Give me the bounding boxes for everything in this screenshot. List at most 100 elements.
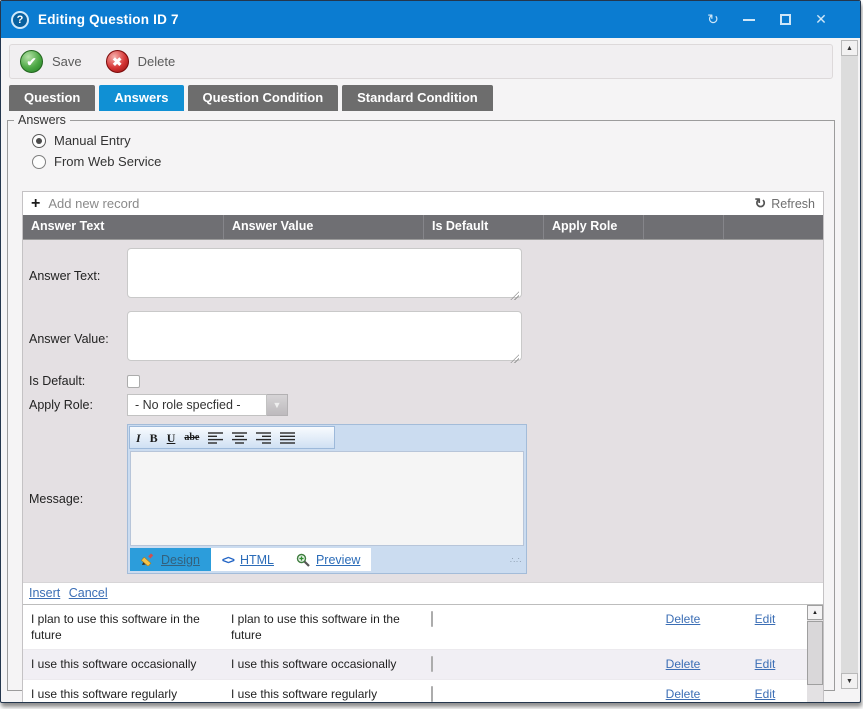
maximize-icon[interactable] (774, 10, 796, 30)
cell-is-default (423, 605, 543, 649)
column-answer-value[interactable]: Answer Value (223, 215, 423, 239)
grid-vertical-scrollbar[interactable]: ▲ ▼ (807, 605, 823, 703)
message-row: Message: I B U abe (29, 424, 823, 574)
align-left-icon[interactable] (208, 432, 223, 444)
is-default-checkbox[interactable] (431, 686, 433, 702)
cell-delete: Delete (643, 680, 723, 703)
window-title: Editing Question ID 7 (38, 12, 179, 27)
cell-delete: Delete (643, 650, 723, 678)
resize-grip-icon[interactable] (510, 291, 519, 300)
apply-role-dropdown[interactable]: - No role specfied - ▼ (127, 394, 288, 416)
cell-answer-text: I use this software occasionally (23, 650, 223, 678)
apply-role-row: Apply Role: - No role specfied - ▼ (29, 394, 823, 416)
column-is-default[interactable]: Is Default (423, 215, 543, 239)
cell-edit: Edit (723, 605, 807, 649)
underline-button[interactable]: U (167, 432, 176, 444)
manual-entry-label: Manual Entry (54, 133, 131, 148)
minimize-icon[interactable] (738, 10, 760, 30)
is-default-checkbox[interactable] (127, 375, 140, 388)
preview-label: Preview (316, 553, 360, 567)
cell-apply-role (543, 650, 643, 678)
window-vertical-scrollbar[interactable]: ▲ ▼ (841, 40, 858, 689)
edit-link[interactable]: Edit (755, 657, 776, 671)
cell-delete: Delete (643, 605, 723, 649)
maximize-glyph (780, 14, 791, 25)
grid-command-bar: + Add new record ↻ Refresh (23, 192, 823, 215)
radio-manual-entry[interactable]: Manual Entry (32, 133, 834, 148)
save-check-icon: ✔ (20, 50, 43, 73)
cell-edit: Edit (723, 680, 807, 703)
grid-rows: I plan to use this software in the futur… (23, 604, 823, 703)
design-label: Design (161, 553, 200, 567)
scroll-down-button[interactable]: ▼ (841, 673, 858, 689)
resize-grip-icon[interactable] (510, 354, 519, 363)
column-apply-role[interactable]: Apply Role (543, 215, 643, 239)
is-default-checkbox[interactable] (431, 611, 433, 627)
column-answer-text[interactable]: Answer Text (23, 215, 223, 239)
design-mode-tab[interactable]: Design (130, 548, 211, 571)
save-button[interactable]: ✔ Save (20, 50, 82, 73)
strikethrough-button[interactable]: abe (184, 433, 199, 443)
answer-value-input[interactable] (127, 311, 522, 361)
editor-content-area[interactable] (130, 451, 524, 546)
italic-button[interactable]: I (136, 432, 141, 444)
cell-answer-value: I use this software occasionally (223, 650, 423, 678)
refresh-icon: ↻ (754, 195, 766, 212)
table-row[interactable]: I plan to use this software in the futur… (23, 605, 807, 649)
cell-apply-role (543, 605, 643, 649)
is-default-label: Is Default: (29, 374, 127, 388)
message-label: Message: (29, 492, 127, 506)
answers-legend: Answers (14, 113, 70, 127)
html-mode-tab[interactable]: <> HTML (211, 548, 285, 571)
dropdown-arrow-icon[interactable]: ▼ (267, 394, 288, 416)
align-center-icon[interactable] (232, 432, 247, 444)
radio-selected-icon[interactable] (32, 134, 46, 148)
tab-standard-condition[interactable]: Standard Condition (342, 85, 493, 111)
preview-mode-tab[interactable]: Preview (285, 548, 371, 571)
radio-from-web-service[interactable]: From Web Service (32, 154, 834, 169)
add-new-record-button[interactable]: Add new record (48, 196, 139, 211)
grid-scroll-up-button[interactable]: ▲ (807, 605, 823, 620)
cell-edit: Edit (723, 650, 807, 678)
is-default-row: Is Default: (29, 374, 823, 388)
bold-button[interactable]: B (150, 432, 158, 444)
is-default-checkbox[interactable] (431, 656, 433, 672)
refresh-grid-button[interactable]: ↻ Refresh (754, 195, 815, 212)
cancel-link[interactable]: Cancel (69, 586, 108, 600)
message-rich-editor: I B U abe (127, 424, 527, 574)
edit-link[interactable]: Edit (755, 612, 776, 626)
from-web-service-label: From Web Service (54, 154, 161, 169)
edit-link[interactable]: Edit (755, 687, 776, 701)
cell-answer-value: I plan to use this software in the futur… (223, 605, 423, 649)
help-icon[interactable]: ? (11, 11, 29, 29)
grid-scroll-thumb[interactable] (807, 621, 823, 685)
tab-question-condition[interactable]: Question Condition (188, 85, 339, 111)
delete-button[interactable]: ✖ Delete (106, 50, 176, 73)
answer-value-row: Answer Value: (29, 311, 823, 366)
editor-toolbar: I B U abe (129, 426, 335, 449)
tab-answers[interactable]: Answers (99, 85, 183, 111)
minimize-glyph (743, 19, 755, 21)
delete-link[interactable]: Delete (666, 687, 701, 701)
scroll-up-button[interactable]: ▲ (841, 40, 858, 56)
align-right-icon[interactable] (256, 432, 271, 444)
table-row[interactable]: I use this software regularly I use this… (23, 679, 807, 703)
refresh-label: Refresh (771, 197, 815, 211)
answer-text-input[interactable] (127, 248, 522, 298)
table-row[interactable]: I use this software occasionally I use t… (23, 649, 807, 678)
editor-mode-tabs: Design <> HTML (128, 547, 526, 573)
tab-question[interactable]: Question (9, 85, 95, 111)
answer-value-label: Answer Value: (29, 332, 127, 346)
title-bar: ? Editing Question ID 7 ↻ ✕ (1, 1, 860, 38)
dialog-window: ? Editing Question ID 7 ↻ ✕ ▲ ▼ ✔ Save ✖… (0, 0, 861, 703)
insert-link[interactable]: Insert (29, 586, 60, 600)
refresh-window-icon[interactable]: ↻ (702, 10, 724, 30)
cell-answer-value: I use this software regularly (223, 680, 423, 703)
delete-link[interactable]: Delete (666, 612, 701, 626)
justify-icon[interactable] (280, 432, 295, 444)
close-icon[interactable]: ✕ (810, 10, 832, 30)
delete-link[interactable]: Delete (666, 657, 701, 671)
radio-unselected-icon[interactable] (32, 155, 46, 169)
action-toolbar: ✔ Save ✖ Delete (9, 44, 833, 79)
editor-resize-grip-icon[interactable]: ∴∴ (510, 559, 520, 567)
